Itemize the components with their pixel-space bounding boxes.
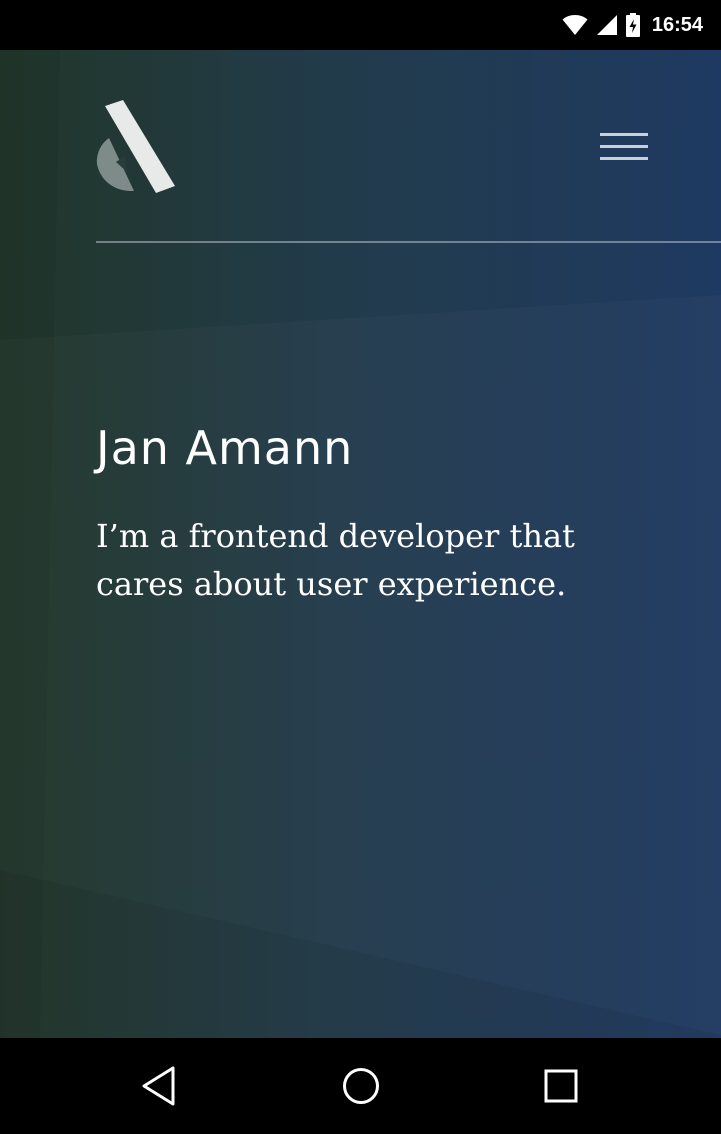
status-bar: 16:54 xyxy=(0,0,721,50)
menu-line xyxy=(600,132,648,136)
hero-title: Jan Amann xyxy=(96,421,354,475)
status-icons: 16:54 xyxy=(562,12,703,38)
menu-line xyxy=(600,156,648,160)
battery-charging-icon xyxy=(625,13,640,37)
hero-tagline: I’m a frontend developer that cares abou… xyxy=(96,517,575,603)
wifi-icon xyxy=(562,15,588,35)
recent-apps-icon[interactable] xyxy=(531,1062,591,1110)
site-logo[interactable] xyxy=(96,100,176,194)
navigation-bar xyxy=(0,1038,721,1134)
back-icon[interactable] xyxy=(130,1062,190,1110)
website-viewport: Jan Amann I’m a frontend developer that … xyxy=(0,50,721,1038)
menu-line xyxy=(600,144,648,148)
home-icon[interactable] xyxy=(331,1062,391,1110)
logo-mark-icon xyxy=(96,100,175,193)
hamburger-menu-icon[interactable] xyxy=(594,124,654,168)
cell-signal-icon xyxy=(596,15,617,35)
header-divider xyxy=(96,241,721,243)
status-clock: 16:54 xyxy=(651,13,703,36)
